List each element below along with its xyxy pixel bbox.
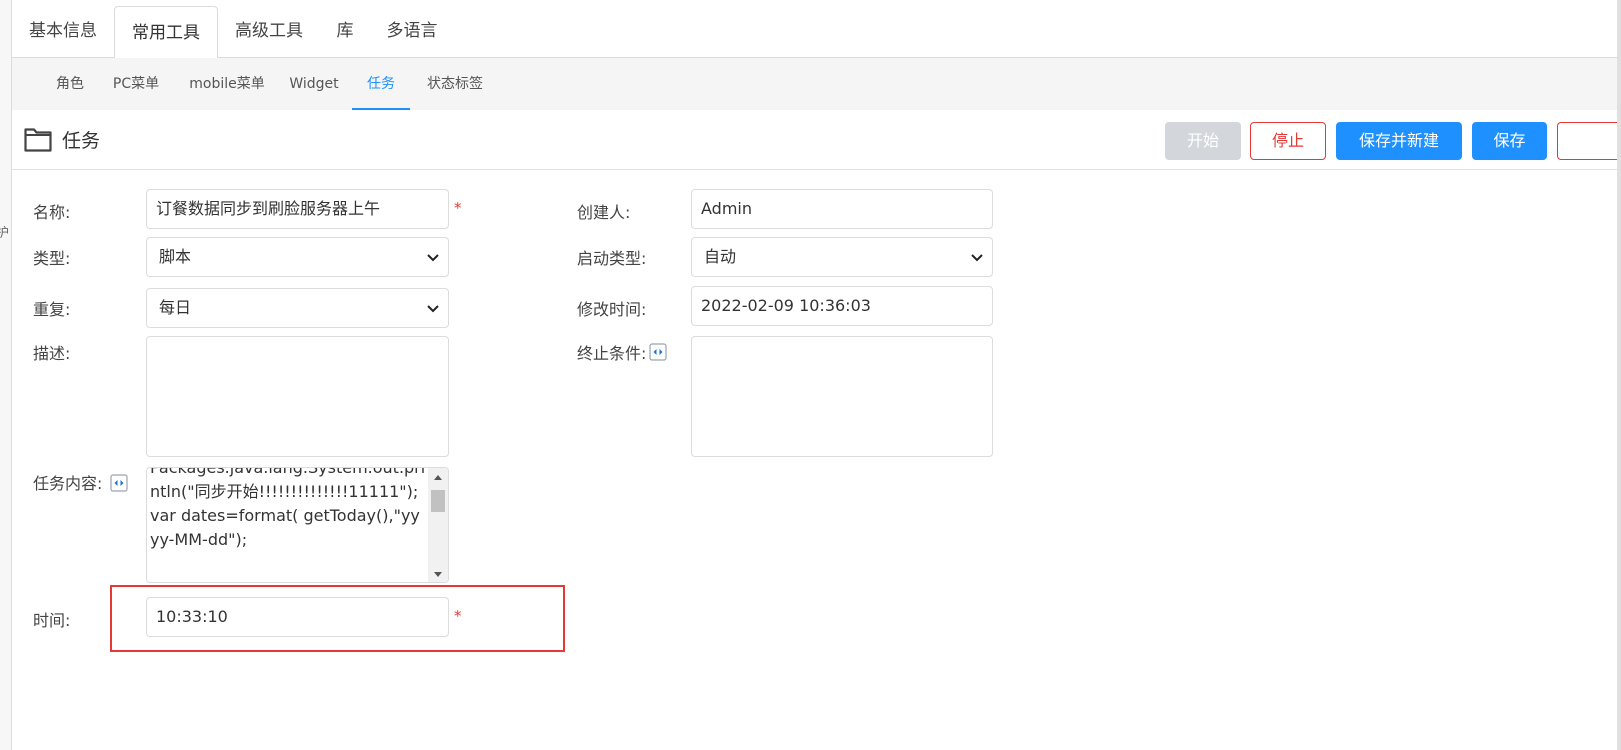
creator-input[interactable]: Admin: [691, 189, 993, 229]
repeat-select[interactable]: 每日: [146, 288, 449, 328]
right-scrollbar[interactable]: [1617, 0, 1621, 750]
tab-common-tools[interactable]: 常用工具: [114, 6, 218, 59]
type-select-value: 脚本: [159, 247, 192, 266]
subtab-role[interactable]: 角色: [42, 58, 98, 110]
description-label: 描述:: [33, 344, 71, 363]
tab-multilanguage[interactable]: 多语言: [374, 0, 450, 58]
top-tab-bar: 基本信息 常用工具 高级工具 库 多语言: [12, 0, 1617, 59]
stop-button[interactable]: 停止: [1250, 122, 1326, 160]
task-content-editor[interactable]: Packages.java.lang.System.out.println("同…: [146, 467, 449, 583]
subtab-task[interactable]: 任务: [352, 58, 410, 110]
scroll-thumb[interactable]: [431, 490, 445, 512]
scroll-up-arrow-icon[interactable]: [434, 475, 442, 480]
chevron-down-icon: [427, 254, 439, 262]
save-and-new-button[interactable]: 保存并新建: [1336, 122, 1462, 160]
start-type-select-value: 自动: [704, 247, 737, 266]
tab-basic-info[interactable]: 基本信息: [14, 0, 112, 58]
save-button[interactable]: 保存: [1472, 122, 1547, 160]
chevron-down-icon: [971, 254, 983, 262]
folder-icon: [24, 128, 52, 152]
sub-tab-bar: 角色 PC菜单 mobile菜单 Widget 任务 状态标签: [12, 58, 1617, 110]
left-rail: 护: [0, 0, 12, 750]
modified-time-input[interactable]: 2022-02-09 10:36:03: [691, 286, 993, 326]
modified-time-label: 修改时间:: [577, 300, 647, 319]
start-type-label: 启动类型:: [577, 249, 647, 268]
name-label: 名称:: [33, 203, 71, 222]
time-label: 时间:: [33, 611, 71, 630]
subtab-mobile-menu[interactable]: mobile菜单: [182, 58, 272, 110]
script-editor-icon[interactable]: [110, 474, 128, 492]
end-condition-label: 终止条件:: [577, 344, 647, 363]
name-input[interactable]: 订餐数据同步到刷脸服务器上午: [146, 189, 449, 229]
creator-label: 创建人:: [577, 203, 631, 222]
scroll-down-arrow-icon[interactable]: [434, 572, 442, 577]
title-bar: 任务 开始 停止 保存并新建 保存: [12, 110, 1617, 170]
extra-button[interactable]: [1557, 122, 1617, 160]
chevron-down-icon: [427, 305, 439, 313]
left-rail-text: 护: [0, 222, 9, 241]
task-content-text[interactable]: Packages.java.lang.System.out.println("同…: [150, 468, 428, 552]
task-content-scrollbar[interactable]: [428, 468, 448, 582]
time-highlight-box: [110, 585, 565, 652]
start-type-select[interactable]: 自动: [691, 237, 993, 277]
subtab-widget[interactable]: Widget: [284, 58, 344, 110]
subtab-status-label[interactable]: 状态标签: [418, 58, 492, 110]
repeat-select-value: 每日: [159, 298, 192, 317]
repeat-label: 重复:: [33, 300, 71, 319]
end-condition-textarea[interactable]: [691, 336, 993, 457]
script-editor-icon[interactable]: [649, 343, 667, 361]
subtab-pc-menu[interactable]: PC菜单: [104, 58, 168, 110]
type-select[interactable]: 脚本: [146, 237, 449, 277]
name-required-mark: *: [454, 199, 462, 217]
tab-library[interactable]: 库: [324, 0, 366, 58]
tab-advanced-tools[interactable]: 高级工具: [226, 0, 312, 58]
page-title: 任务: [62, 130, 101, 152]
description-textarea[interactable]: [146, 336, 449, 457]
task-content-label: 任务内容:: [33, 474, 103, 493]
start-button[interactable]: 开始: [1165, 122, 1241, 160]
type-label: 类型:: [33, 249, 71, 268]
